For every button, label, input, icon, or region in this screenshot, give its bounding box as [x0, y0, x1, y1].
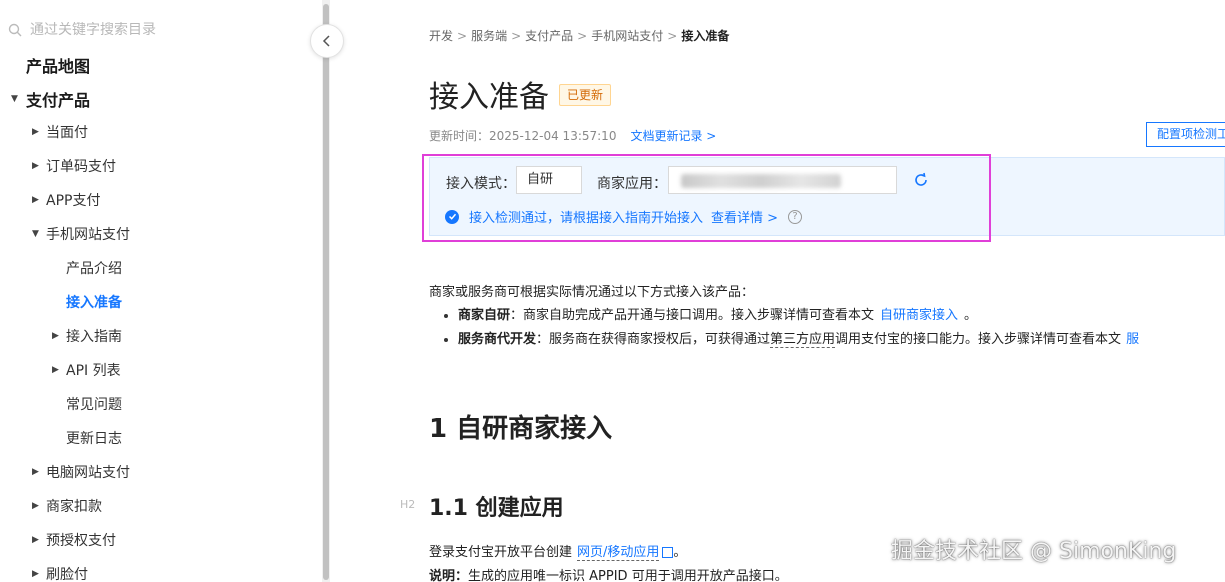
list-item: 商家自研：商家自助完成产品开通与接口调用。接入步骤详情可查看本文 自研商家接入。: [444, 304, 977, 323]
caret-right-icon: ▶: [52, 365, 59, 375]
sidebar-item-changelog[interactable]: 更新日志: [66, 428, 122, 448]
note-label: 说明：: [429, 569, 469, 582]
bullet-text: ：商家自助完成产品开通与接口调用。接入步骤详情可查看本文: [510, 308, 875, 323]
caret-right-icon: ▶: [32, 195, 39, 205]
sidebar-item-label: 刷脸付: [46, 567, 88, 582]
paragraph: 登录支付宝开放平台创建 网页/移动应用。: [429, 541, 687, 561]
updated-badge: 已更新: [559, 84, 612, 106]
changelog-link[interactable]: 文档更新记录 >: [630, 129, 716, 143]
sidebar-item-wap-pay[interactable]: ▼ 手机网站支付: [32, 224, 130, 244]
sidebar-item-label: 手机网站支付: [46, 227, 130, 243]
caret-right-icon: ▶: [32, 501, 39, 511]
update-info: 更新时间：2025-12-04 13:57:10 文档更新记录 >: [429, 127, 716, 144]
sidebar: 产品地图 ▼ 支付产品 ▶ 当面付 ▶ 订单码支付 ▶ APP支付 ▼ 手机网站…: [0, 0, 322, 582]
heading-level-tag: H2: [400, 498, 416, 511]
sidebar-item-intro[interactable]: 产品介绍: [66, 258, 122, 278]
sidebar-item-prepare[interactable]: 接入准备: [66, 292, 122, 312]
subsection-heading: 1.1 创建应用: [429, 496, 564, 521]
third-party-app-term[interactable]: 第三方应用: [770, 332, 836, 348]
caret-right-icon: ▶: [32, 569, 39, 579]
sidebar-item-face-pay[interactable]: ▶ 刷脸付: [32, 564, 88, 582]
sidebar-item-label: 订单码支付: [46, 159, 116, 175]
bullet-dot: [444, 313, 448, 318]
bullet-text: 调用支付宝的接口能力。接入步骤详情可查看本文: [835, 332, 1122, 347]
section-heading: 1 自研商家接入: [429, 414, 613, 444]
breadcrumb-item[interactable]: 开发: [429, 29, 453, 43]
external-link-icon: [662, 547, 674, 558]
caret-right-icon: ▶: [32, 467, 39, 477]
bullet-strong: 商家自研: [458, 308, 511, 323]
breadcrumb-item[interactable]: 服务端: [471, 29, 507, 43]
self-dev-link[interactable]: 自研商家接入: [880, 308, 958, 323]
note-text: 生成的应用唯一标识 APPID 可用于调用开放产品接口。: [468, 569, 788, 582]
sidebar-item-label: 更新日志: [66, 431, 122, 447]
sidebar-item-label: 电脑网站支付: [46, 465, 130, 481]
sidebar-item-product-map[interactable]: 产品地图: [26, 53, 90, 77]
highlight-annotation-box: [422, 154, 991, 242]
note-paragraph: 说明：生成的应用唯一标识 APPID 可用于调用开放产品接口。: [429, 565, 788, 582]
sidebar-item-label: 当面付: [46, 125, 88, 141]
breadcrumb-item[interactable]: 手机网站支付: [591, 29, 663, 43]
sidebar-item-label: 接入准备: [66, 295, 122, 311]
breadcrumb-item[interactable]: 支付产品: [525, 29, 573, 43]
sidebar-item-label: 商家扣款: [46, 499, 102, 515]
caret-right-icon: ▶: [32, 161, 39, 171]
sidebar-item-payment-products[interactable]: ▼ 支付产品: [11, 87, 90, 111]
paragraph-end: 。: [673, 545, 687, 560]
caret-right-icon: ▶: [32, 535, 39, 545]
caret-down-icon: ▼: [32, 229, 39, 239]
bullet-text: ：服务商在获得商家授权后，可获得通过: [536, 332, 771, 347]
caret-down-icon: ▼: [11, 94, 18, 104]
isv-link[interactable]: 服: [1126, 332, 1139, 347]
bullet-end: 。: [964, 308, 978, 323]
search-icon: [8, 23, 22, 37]
bullet-strong: 服务商代开发: [458, 332, 537, 347]
sidebar-item-guide[interactable]: ▶ 接入指南: [52, 326, 122, 346]
sidebar-item-order-code[interactable]: ▶ 订单码支付: [32, 156, 116, 176]
watermark: 掘金技术社区 @ SimonKing: [891, 539, 1177, 564]
intro-paragraph: 商家或服务商可根据实际情况通过以下方式接入该产品：: [429, 285, 755, 300]
paragraph-text: 登录支付宝开放平台创建: [429, 545, 573, 560]
list-item: 服务商代开发：服务商在获得商家授权后，可获得通过第三方应用调用支付宝的接口能力。…: [444, 328, 1139, 348]
sidebar-search[interactable]: [0, 14, 322, 46]
main-content: 开发 > 服务端 > 支付产品 > 手机网站支付 > 接入准备 接入准备 已更新 更新时间：20…: [330, 0, 1225, 582]
sidebar-item-face-to-face[interactable]: ▶ 当面付: [32, 122, 88, 142]
sidebar-scrollbar-thumb[interactable]: [323, 4, 329, 580]
sidebar-item-label: APP支付: [46, 193, 101, 209]
sidebar-item-label: 支付产品: [26, 91, 91, 110]
update-time: 更新时间：2025-12-04 13:57:10: [429, 129, 617, 143]
sidebar-item-label: 常见问题: [66, 397, 122, 413]
sidebar-item-pc-pay[interactable]: ▶ 电脑网站支付: [32, 462, 130, 482]
sidebar-item-preauth[interactable]: ▶ 预授权支付: [32, 530, 116, 550]
breadcrumb-current: 接入准备: [681, 29, 730, 43]
sidebar-item-api-list[interactable]: ▶ API 列表: [52, 360, 121, 380]
config-check-tool-button[interactable]: 配置项检测工: [1146, 122, 1225, 147]
sidebar-item-label: 接入指南: [66, 329, 122, 345]
breadcrumb: 开发 > 服务端 > 支付产品 > 手机网站支付 > 接入准备: [429, 29, 730, 43]
sidebar-item-label: 产品地图: [26, 57, 91, 76]
sidebar-item-label: 产品介绍: [66, 261, 122, 277]
sidebar-item-app-pay[interactable]: ▶ APP支付: [32, 190, 100, 210]
sidebar-item-faq[interactable]: 常见问题: [66, 394, 122, 414]
sidebar-item-label: API 列表: [66, 363, 121, 379]
sidebar-item-label: 预授权支付: [46, 533, 116, 549]
caret-right-icon: ▶: [32, 127, 39, 137]
bullet-dot: [444, 337, 448, 342]
sidebar-item-merchant-deduct[interactable]: ▶ 商家扣款: [32, 496, 102, 516]
web-mobile-app-link[interactable]: 网页/移动应用: [577, 545, 660, 561]
search-input[interactable]: [30, 22, 270, 38]
caret-right-icon: ▶: [52, 331, 59, 341]
page-title: 接入准备: [429, 80, 549, 115]
